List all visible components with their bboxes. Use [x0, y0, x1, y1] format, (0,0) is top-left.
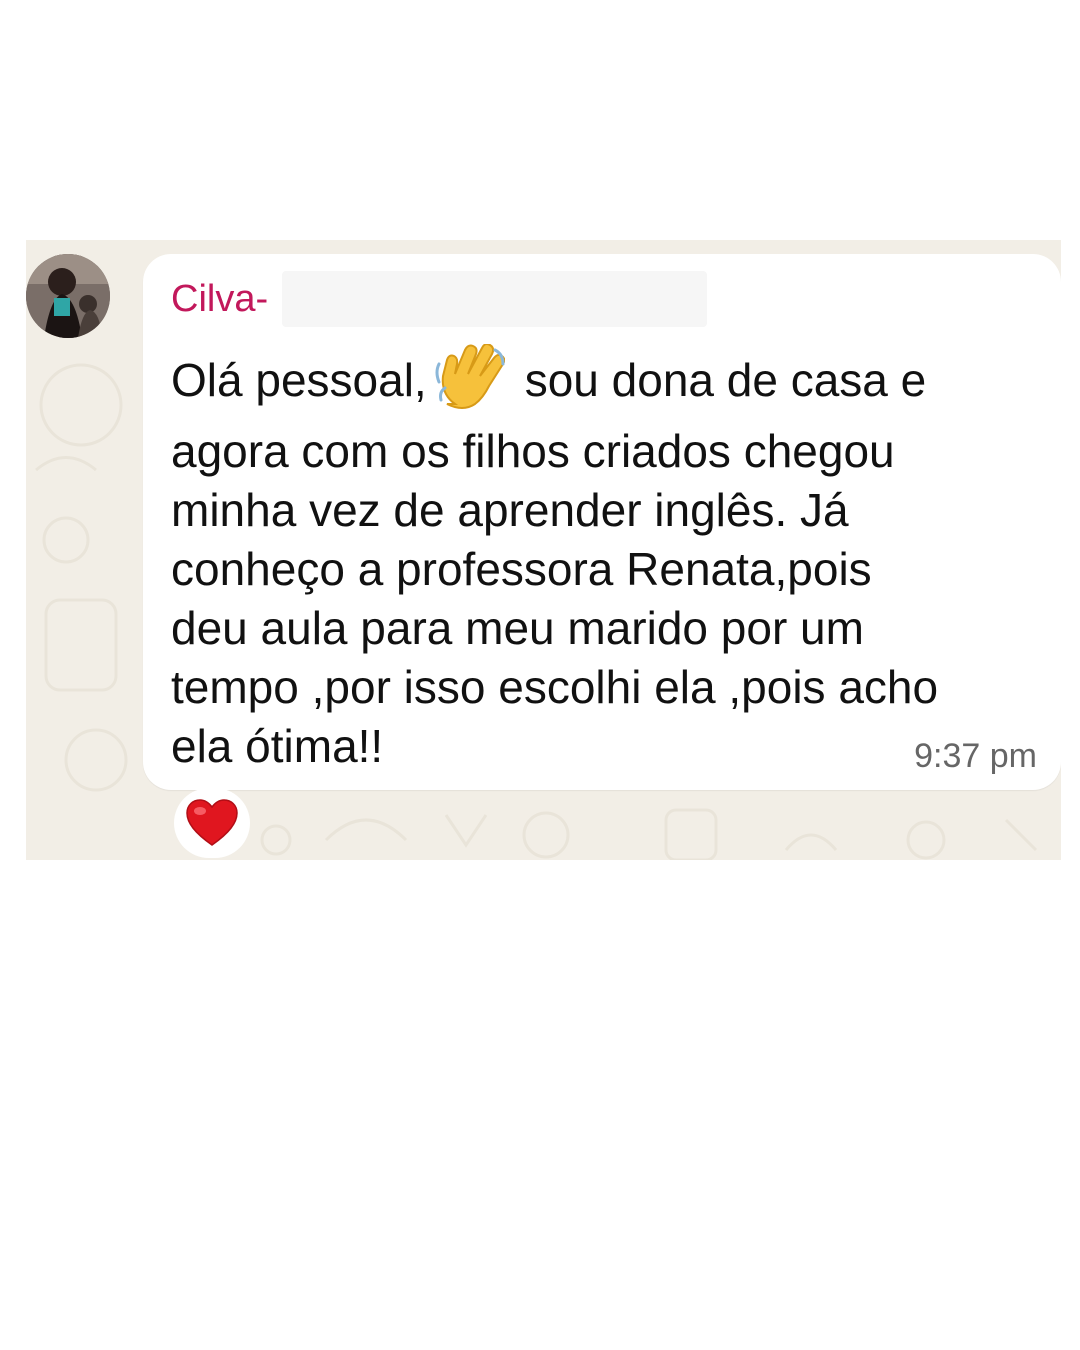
message-bubble[interactable]: Cilva- Olá pessoal, sou dona de casa e a… [143, 254, 1061, 790]
message-timestamp: 9:37 pm [914, 737, 1037, 775]
message-line-3: minha vez de aprender inglês. Já [171, 484, 849, 536]
message-line-1: Olá pessoal, sou dona de casa e [171, 344, 1051, 410]
message-line-1-part-2: sou dona de casa e [524, 354, 927, 406]
message-line-1-part-1: Olá pessoal, [171, 354, 427, 406]
sender-avatar[interactable] [26, 254, 110, 338]
reaction-badge[interactable] [174, 788, 250, 858]
chat-panel: Cilva- Olá pessoal, sou dona de casa e a… [26, 240, 1061, 860]
message-line-2: agora com os filhos criados chegou [171, 425, 895, 477]
waving-hand-icon [435, 344, 505, 409]
avatar-photo [26, 254, 110, 338]
red-heart-icon [186, 799, 238, 846]
sender-name[interactable]: Cilva- [171, 278, 268, 321]
redacted-name-area [282, 271, 708, 327]
message-text: Olá pessoal, sou dona de casa e agora co… [171, 344, 1051, 776]
message-line-6: tempo ,por isso escolhi ela ,pois acho [171, 661, 939, 713]
sender-row: Cilva- [171, 271, 708, 327]
message-line-4: conheço a professora Renata,pois [171, 543, 872, 595]
message-line-5: deu aula para meu marido por um [171, 602, 864, 654]
